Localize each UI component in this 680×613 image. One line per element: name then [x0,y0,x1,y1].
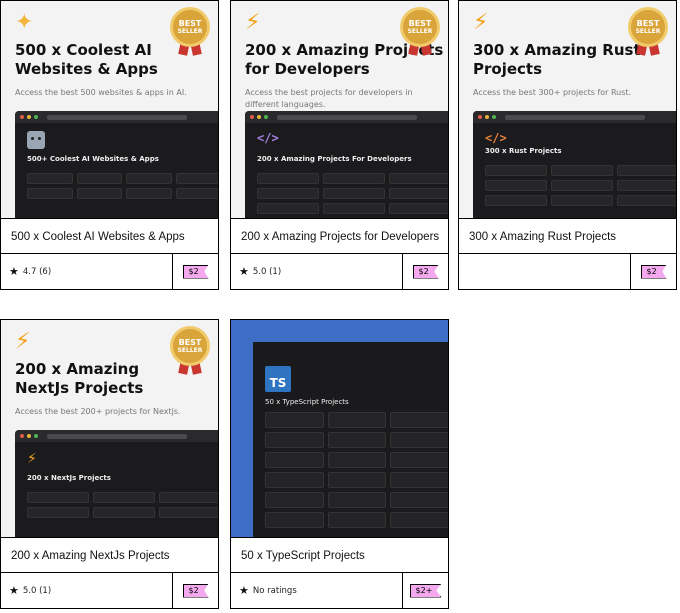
star-icon: ★ [239,584,249,597]
product-card[interactable]: ⚡ BEST SELLER 200 x Amazing NextJs Proje… [0,319,219,609]
product-name[interactable]: 50 x TypeScript Projects [241,548,441,564]
price-container: $2+ [402,573,448,608]
mockup-title: 500+ Coolest AI Websites & Apps [27,155,159,163]
product-rating: ★ No ratings [239,584,297,597]
product-thumbnail: ⚡ BEST SELLER 200 x Amazing Projects for… [231,1,448,219]
robot-icon [27,131,45,149]
product-name[interactable]: 300 x Amazing Rust Projects [469,229,669,245]
mockup-title: 300 x Rust Projects [485,147,562,155]
code-icon: </> [257,131,279,145]
price-tag[interactable]: $2+ [409,583,442,598]
product-card[interactable]: ⚡ BEST SELLER 200 x Amazing Projects for… [230,0,449,290]
product-card-link[interactable]: ⚡ BEST SELLER 300 x Amazing Rust Project… [459,1,676,289]
sparkle-icon: ✦ [15,9,34,34]
price-container: $2 [172,254,218,289]
product-name[interactable]: 200 x Amazing NextJs Projects [11,548,211,564]
rating-text: 5.0 (1) [22,585,52,596]
code-icon: </> [485,131,507,145]
product-rating: ★ 4.7 (6) [9,265,51,278]
product-footer: ★ No ratings $2+ [231,572,448,608]
thumbnail-title: 200 x Amazing NextJs Projects [15,360,144,397]
badge-line2: SELLER [635,27,661,35]
product-thumbnail: ⚡ BEST SELLER 200 x Amazing NextJs Proje… [1,320,218,538]
lightning-icon: ⚡ [27,450,37,466]
price-tag[interactable]: $2 [182,583,209,598]
badge-line1: BEST [636,18,660,28]
rating-text: 5.0 (1) [252,266,282,277]
star-icon: ★ [239,265,249,278]
thumbnail-subtitle: Access the best projects for developers … [245,88,413,109]
star-icon: ★ [9,584,19,597]
badge-line1: BEST [178,18,202,28]
thumbnail-subtitle: Access the best 300+ projects for Rust. [473,88,632,97]
price-tag[interactable]: $2 [640,264,667,279]
mockup-title: 200 x NextJs Projects [27,474,111,482]
product-card[interactable]: TS 50 x TypeScript Projects 50 x TypeScr… [230,319,449,609]
product-card[interactable]: ⚡ BEST SELLER 300 x Amazing Rust Project… [458,0,677,290]
price-tag[interactable]: $2 [412,264,439,279]
badge-line1: BEST [178,337,202,347]
thumbnail-subtitle: Access the best 500 websites & apps in A… [15,88,187,97]
product-card-link[interactable]: TS 50 x TypeScript Projects 50 x TypeScr… [231,320,448,608]
product-rating: ★ 5.0 (1) [9,584,51,597]
badge-line2: SELLER [407,27,433,35]
product-footer: $2 [459,253,676,289]
product-thumbnail: TS 50 x TypeScript Projects [231,320,448,538]
product-card-link[interactable]: ⚡ BEST SELLER 200 x Amazing NextJs Proje… [1,320,218,608]
product-name[interactable]: 500 x Coolest AI Websites & Apps [11,229,211,245]
price-tag[interactable]: $2 [182,264,209,279]
product-card[interactable]: ✦ BEST SELLER 500 x Coolest AI Websites … [0,0,219,290]
product-card-link[interactable]: ✦ BEST SELLER 500 x Coolest AI Websites … [1,1,218,289]
browser-mockup: ⚡ 200 x NextJs Projects [15,430,218,537]
product-footer: ★ 4.7 (6) $2 [1,253,218,289]
typescript-logo-icon: TS [265,366,291,392]
browser-mockup: </> 300 x Rust Projects [473,111,676,218]
price-container: $2 [172,573,218,608]
lightning-icon: ⚡ [15,328,31,353]
product-rating: ★ 5.0 (1) [239,265,281,278]
product-card-link[interactable]: ⚡ BEST SELLER 200 x Amazing Projects for… [231,1,448,289]
badge-line2: SELLER [177,346,203,354]
product-thumbnail: ⚡ BEST SELLER 300 x Amazing Rust Project… [459,1,676,219]
lightning-icon: ⚡ [245,9,261,34]
mockup-title: 50 x TypeScript Projects [265,398,349,406]
product-name[interactable]: 200 x Amazing Projects for Developers [241,229,441,245]
price-container: $2 [402,254,448,289]
browser-mockup: </> 200 x Amazing Projects For Developer… [245,111,448,218]
rating-text: 4.7 (6) [22,266,52,277]
lightning-icon: ⚡ [473,9,489,34]
badge-line2: SELLER [177,27,203,35]
product-thumbnail: ✦ BEST SELLER 500 x Coolest AI Websites … [1,1,218,219]
badge-line1: BEST [408,18,432,28]
best-seller-badge: BEST SELLER [170,326,210,376]
product-footer: ★ 5.0 (1) $2 [1,572,218,608]
star-icon: ★ [9,265,19,278]
rating-text: No ratings [252,585,297,596]
thumbnail-subtitle: Access the best 200+ projects for Nextjs… [15,407,181,416]
price-container: $2 [630,254,676,289]
mockup-title: 200 x Amazing Projects For Developers [257,155,412,163]
product-footer: ★ 5.0 (1) $2 [231,253,448,289]
code-window-mockup: TS 50 x TypeScript Projects [253,342,448,537]
browser-mockup: 500+ Coolest AI Websites & Apps [15,111,218,218]
